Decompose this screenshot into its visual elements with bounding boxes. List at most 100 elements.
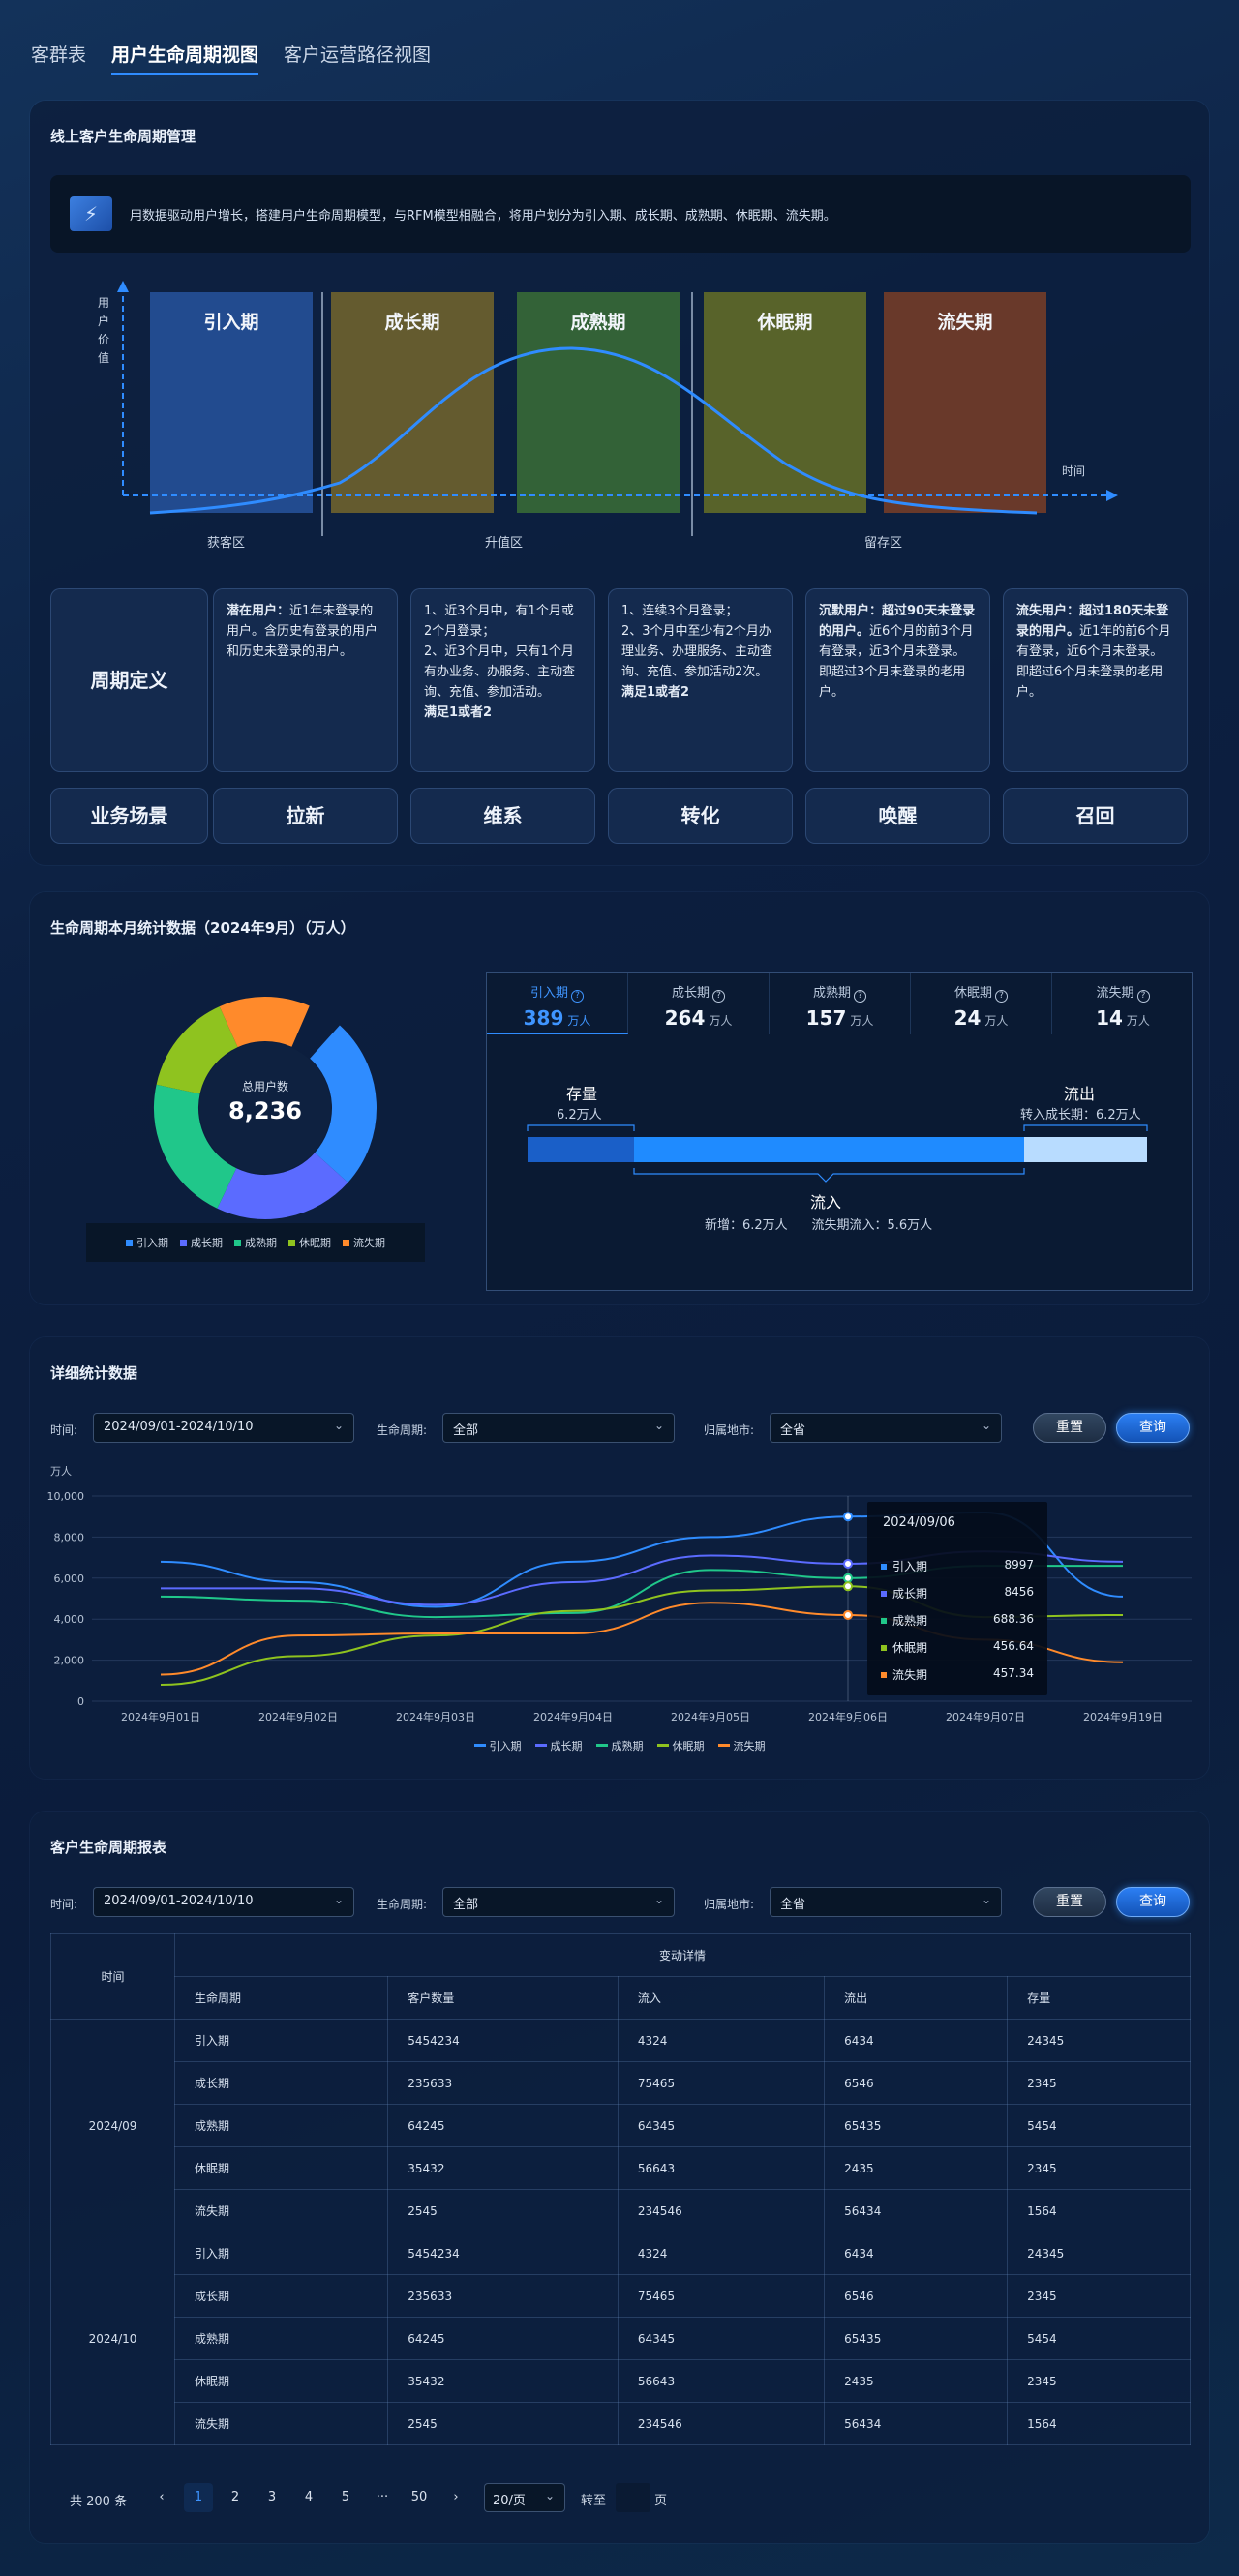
scenario-maintain[interactable]: 维系 (410, 788, 595, 844)
help-icon: ? (995, 990, 1008, 1003)
zone-appreciate: 升值区 (485, 536, 524, 551)
table-row: 流失期 2545 234546 56434 1564 (51, 2189, 1191, 2232)
stage-tab-growth[interactable]: 成长期? 264 万人 (628, 973, 770, 1034)
page-number[interactable]: 50 (405, 2483, 434, 2512)
table-cell: 2345 (1007, 2359, 1191, 2403)
page-number[interactable]: ··· (368, 2483, 397, 2512)
lifecycle-select[interactable]: 全部 ⌄ (442, 1887, 675, 1917)
table-cell: 64345 (617, 2317, 826, 2360)
goto-page-unit: 页 (654, 2494, 668, 2508)
monthly-stats-panel: 生命周期本月统计数据（2024年9月）（万人） 总用户数 8,236 引入期 成… (30, 892, 1209, 1304)
tooltip-date: 2024/09/06 (883, 1515, 955, 1530)
tooltip-row: 流失期 457.34 (881, 1666, 1034, 1683)
table-cell: 2345 (1007, 2146, 1191, 2190)
x-axis-label: 时间 (1062, 464, 1086, 478)
table-cell: 5454 (1007, 2317, 1191, 2360)
table-cell: 234546 (617, 2189, 826, 2232)
page-number[interactable]: 5 (331, 2483, 360, 2512)
table-row: 2024/10 引入期 5454234 4324 6434 24345 (50, 2232, 1191, 2445)
table-cell: 2345 (1007, 2061, 1191, 2105)
table-cell: 2545 (387, 2402, 619, 2445)
x-tick-label: 2024年9月04日 (533, 1710, 613, 1723)
x-tick-label: 2024年9月19日 (1083, 1710, 1163, 1723)
table-cell: 引入期 (173, 2232, 389, 2275)
lifecycle-curve-diagram (117, 281, 1118, 536)
legend-item-mature: 成熟期 (234, 1235, 277, 1250)
lifecycle-management-panel: 线上客户生命周期管理 ⚡ 用数据驱动用户增长，搭建用户生命周期模型，与RFM模型… (30, 101, 1209, 865)
stage-tab-dormant[interactable]: 休眠期? 24 万人 (911, 973, 1052, 1034)
stage-stats-box: 引入期? 389 万人 成长期? 264 万人 成熟期? 157 万人 休眠期? 24 万人 流… (486, 972, 1193, 1291)
table-cell: 64245 (387, 2104, 619, 2147)
filter-cycle-label: 生命周期: (377, 1898, 428, 1911)
def-extra: 满足1或者2 (424, 705, 493, 720)
page-number[interactable]: 1 (184, 2483, 213, 2512)
table-cell: 成长期 (173, 2274, 389, 2318)
legend-item-lost: 流失期 (717, 1738, 766, 1753)
goto-page-input[interactable] (616, 2483, 650, 2512)
next-page-button[interactable]: › (441, 2483, 470, 2512)
page-number[interactable]: 2 (221, 2483, 250, 2512)
time-range-select[interactable]: 2024/09/01-2024/10/10 ⌄ (93, 1887, 354, 1917)
stage-tab-lost[interactable]: 流失期? 14 万人 (1052, 973, 1194, 1034)
query-button[interactable]: 查询 (1116, 1887, 1190, 1917)
legend-item-dormant: 休眠期 (288, 1235, 331, 1250)
x-tick-label: 2024年9月06日 (808, 1710, 888, 1723)
inflow-label: 流入 (810, 1193, 842, 1212)
stage-tab-intro[interactable]: 引入期? 389 万人 (487, 973, 628, 1034)
table-cell: 235633 (387, 2061, 619, 2105)
scenario-recall[interactable]: 召回 (1003, 788, 1188, 844)
def-bold: 潜在用户： (227, 604, 290, 618)
tab-operation-path-view[interactable]: 客户运营路径视图 (284, 41, 431, 75)
table-cell: 75465 (617, 2274, 826, 2318)
series-point-2 (843, 1573, 853, 1583)
chevron-down-icon: ⌄ (653, 1893, 664, 1906)
prev-page-button[interactable]: ‹ (147, 2483, 176, 2512)
lifecycle-report-table: 时间 变动详情 生命周期 客户数量 流入 流出 存量 2024/09 引入期 5454234… (50, 1933, 1191, 2445)
chevron-down-icon: ⌄ (333, 1893, 344, 1906)
series-point-1 (843, 1558, 853, 1569)
page-size-select[interactable]: 20/页 ⌄ (484, 2483, 565, 2512)
table-cell: 休眠期 (173, 2146, 389, 2190)
scenario-convert[interactable]: 转化 (608, 788, 793, 844)
y-axis-label: 用户价值 (98, 296, 110, 365)
section-title: 生命周期本月统计数据（2024年9月）（万人） (50, 919, 355, 937)
table-row: 成长期 235633 75465 6546 2345 (51, 2061, 1191, 2105)
page-number[interactable]: 3 (257, 2483, 287, 2512)
column-header: 生命周期 (173, 1976, 389, 2020)
period-cell: 2024/10 (50, 2232, 175, 2445)
tab-customer-groups[interactable]: 客群表 (31, 41, 86, 75)
series-point-4 (843, 1609, 853, 1620)
table-cell: 5454234 (387, 2019, 619, 2062)
tooltip-row: 引入期 8997 (881, 1558, 1034, 1574)
definition-card-dormant: 沉默用户：超过90天未登录的用户。近6个月的前3个月有登录，近3个月未登录。即超… (805, 588, 990, 772)
tooltip-row: 成长期 8456 (881, 1585, 1034, 1602)
inflow-value: 新增：6.2万人 流失期流入：5.6万人 (705, 1218, 933, 1233)
chart-tooltip: 2024/09/06 引入期 8997 成长期 8456 成熟期 688.36 休眠期 456… (867, 1502, 1047, 1695)
tab-lifecycle-view[interactable]: 用户生命周期视图 (111, 41, 259, 75)
table-row: 休眠期 35432 56643 2435 2345 (51, 2146, 1191, 2190)
y-tick-label: 6,000 (54, 1573, 85, 1585)
reset-button[interactable]: 重置 (1033, 1887, 1106, 1917)
table-cell: 64245 (387, 2317, 619, 2360)
x-tick-label: 2024年9月03日 (396, 1710, 475, 1723)
table-cell: 6434 (824, 2232, 1009, 2275)
scenario-acquire[interactable]: 拉新 (213, 788, 398, 844)
flow-bar-outflow (1024, 1137, 1147, 1162)
donut-center-label: 总用户数 (241, 1080, 288, 1093)
region-select[interactable]: 全省 ⌄ (770, 1887, 1002, 1917)
table-row: 2024/09 引入期 5454234 4324 6434 24345 (50, 2019, 1191, 2232)
column-header: 客户数量 (387, 1976, 619, 2020)
page-number[interactable]: 4 (294, 2483, 323, 2512)
table-cell: 2345 (1007, 2274, 1191, 2318)
table-row: 成熟期 64245 64345 65435 5454 (51, 2104, 1191, 2147)
table-cell: 56434 (824, 2402, 1009, 2445)
table-cell: 2545 (387, 2189, 619, 2232)
table-cell: 56643 (617, 2359, 826, 2403)
scenario-wake[interactable]: 唤醒 (805, 788, 990, 844)
stage-tab-mature[interactable]: 成熟期? 157 万人 (770, 973, 911, 1034)
x-tick-label: 2024年9月02日 (258, 1710, 338, 1723)
table-cell: 234546 (617, 2402, 826, 2445)
donut-legend: 引入期 成长期 成熟期 休眠期 流失期 (86, 1223, 425, 1262)
table-cell: 64345 (617, 2104, 826, 2147)
y-tick-label: 8,000 (54, 1531, 85, 1543)
